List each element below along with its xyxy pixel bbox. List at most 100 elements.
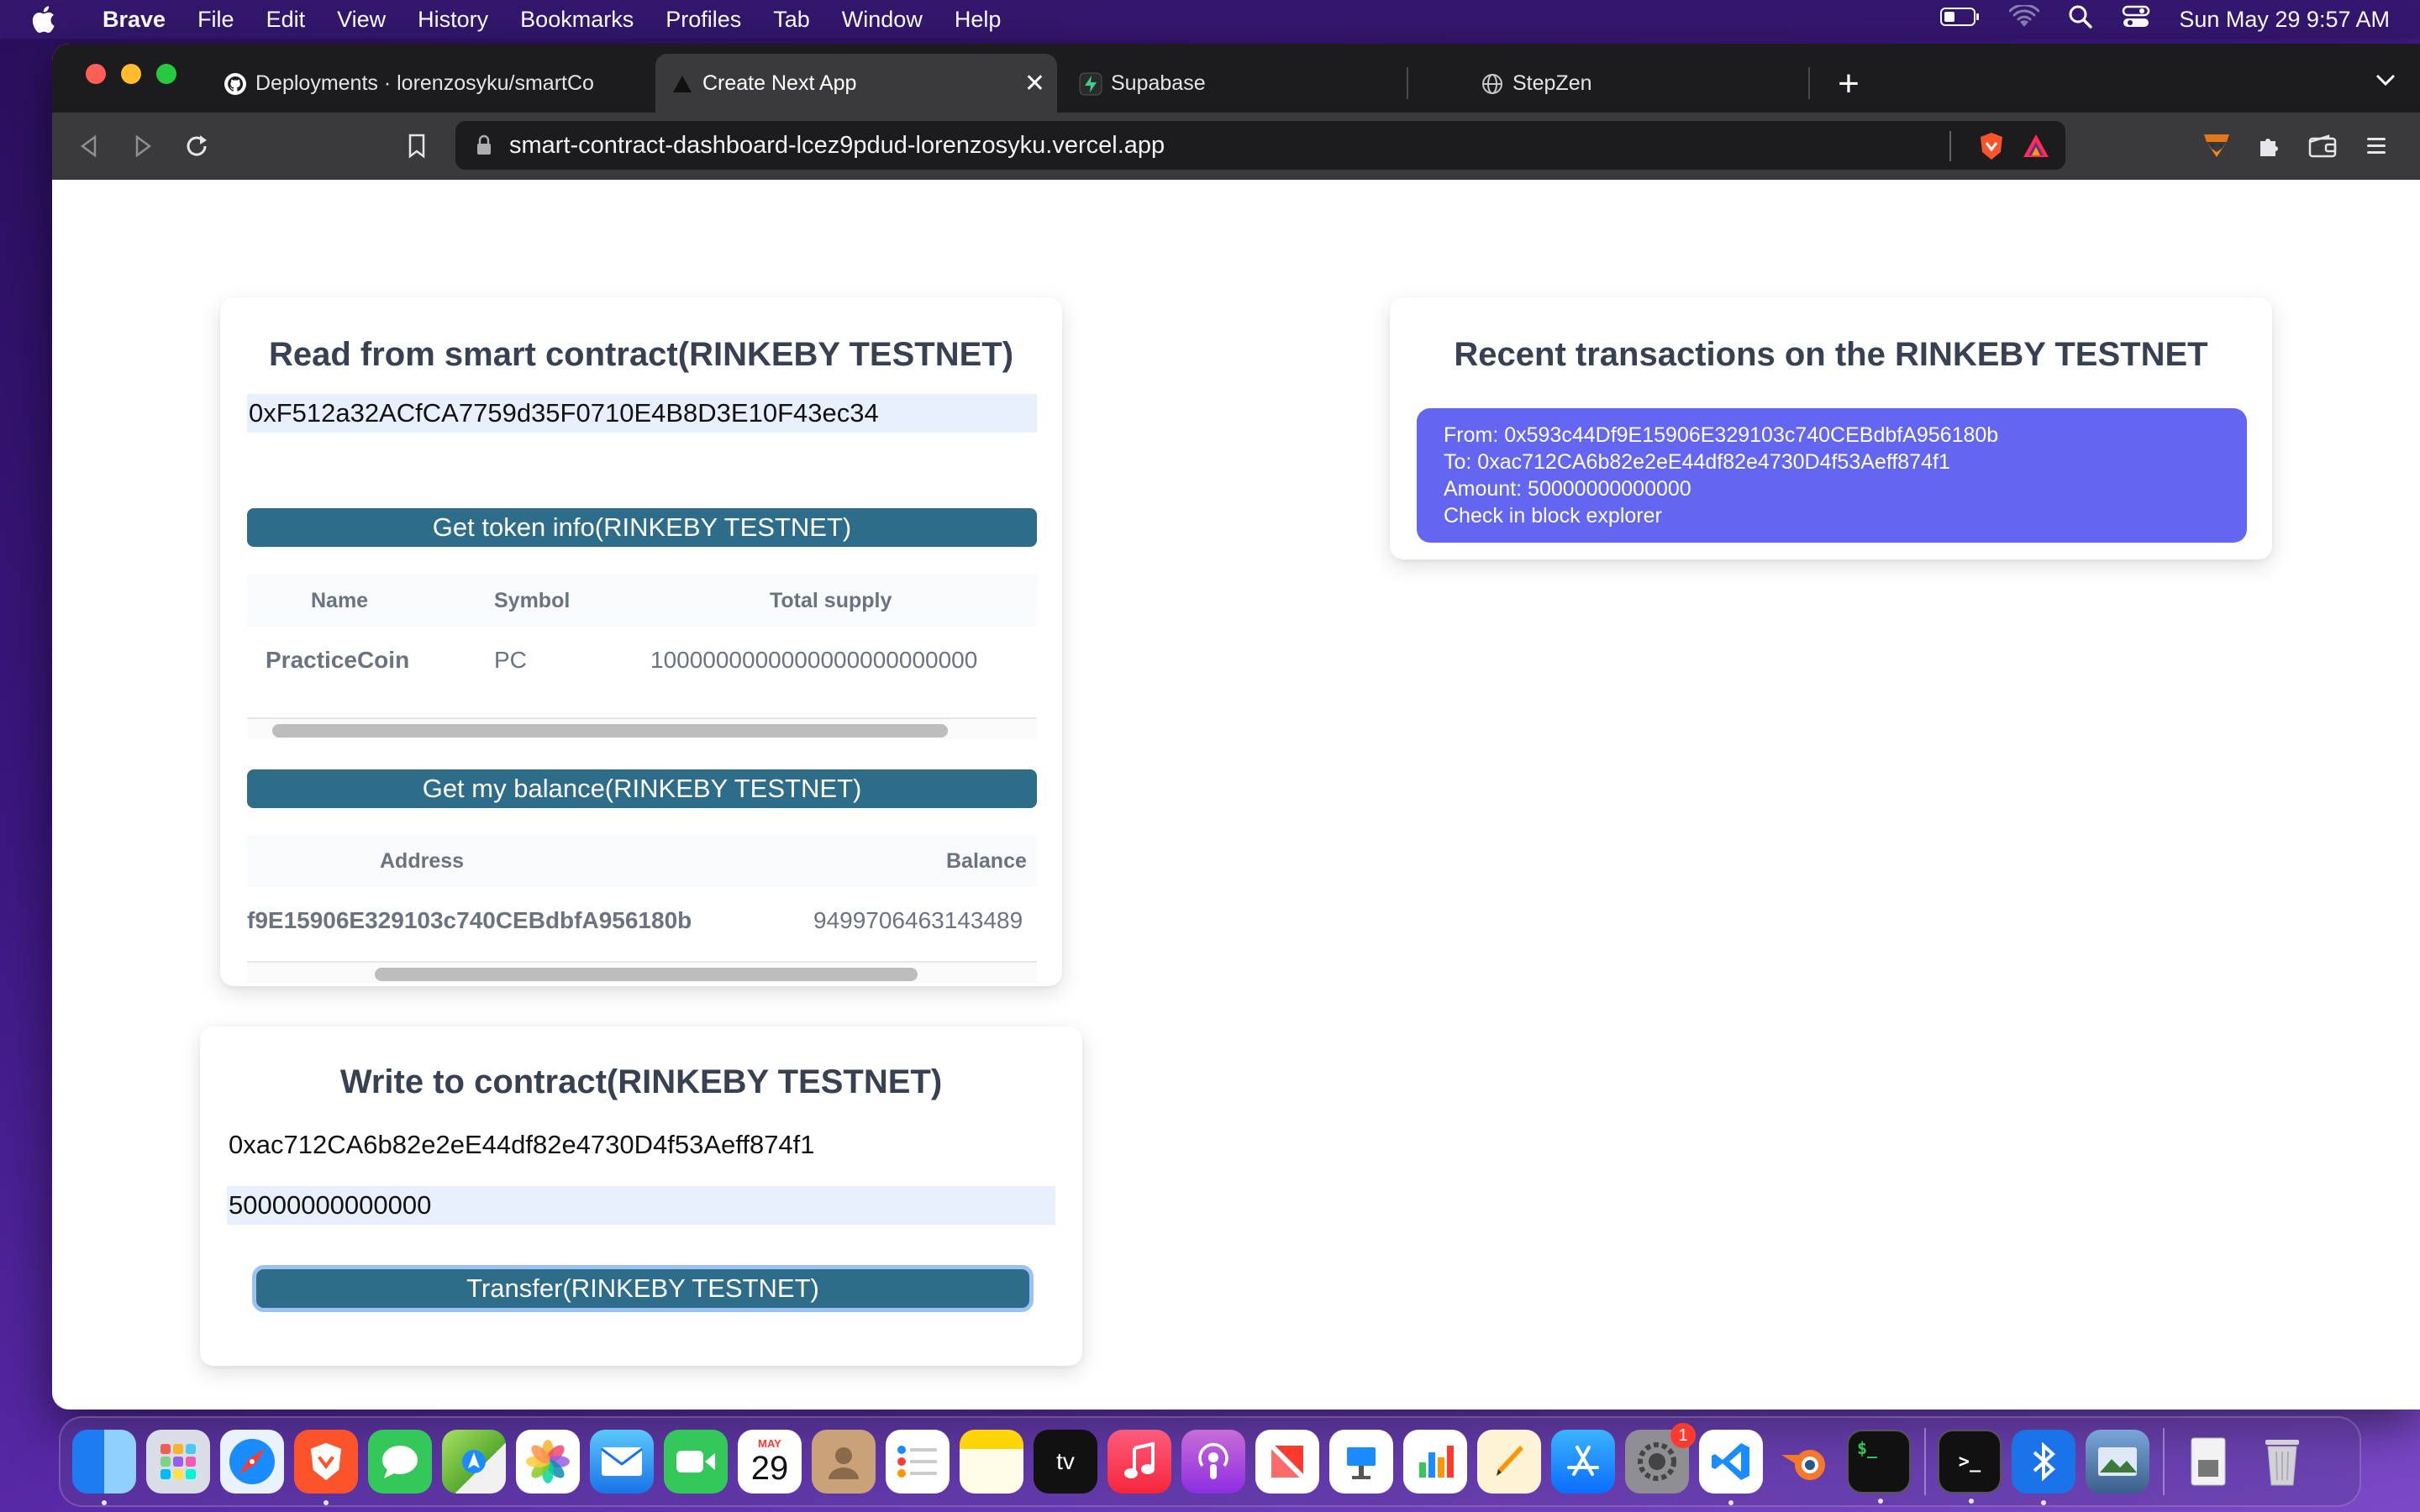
bluetooth-icon[interactable] xyxy=(2012,1430,2075,1505)
minimize-window-button[interactable] xyxy=(121,64,141,84)
recipient-address-input[interactable]: 0xac712CA6b82e2eE44df82e4730D4f53Aeff874… xyxy=(227,1126,1055,1164)
tab-list-chevron-icon[interactable] xyxy=(2375,67,2396,93)
back-arrow-icon[interactable] xyxy=(71,128,108,165)
tab-stepzen[interactable]: StepZen xyxy=(1465,54,1852,113)
menu-bookmarks[interactable]: Bookmarks xyxy=(520,7,634,33)
contract-address-input[interactable]: 0xF512a32ACfCA7759d35F0710E4B8D3E10F43ec… xyxy=(247,394,1037,433)
control-center-icon[interactable] xyxy=(2122,4,2150,35)
get-balance-button[interactable]: Get my balance(RINKEBY TESTNET) xyxy=(247,769,1037,808)
url-text[interactable]: smart-contract-dashboard-lcez9pdud-loren… xyxy=(509,132,1165,160)
menu-view[interactable]: View xyxy=(337,7,386,33)
menu-help[interactable]: Help xyxy=(955,7,1002,33)
spotlight-search-icon[interactable] xyxy=(2068,4,2093,35)
address-bar[interactable]: smart-contract-dashboard-lcez9pdud-loren… xyxy=(455,121,2065,170)
calendar-icon[interactable]: MAY 29 xyxy=(738,1430,802,1494)
menu-edit[interactable]: Edit xyxy=(266,7,306,33)
launchpad-icon[interactable] xyxy=(146,1430,210,1494)
transfer-button[interactable]: Transfer(RINKEBY TESTNET) xyxy=(252,1265,1034,1312)
token-total-supply-cell: 1000000000000000000000000 xyxy=(650,647,978,673)
globe-icon xyxy=(1481,72,1504,96)
balance-table: Address Balance f9E15906E329103c740CEBdb… xyxy=(247,835,1037,986)
balance-address-cell: f9E15906E329103c740CEBdbfA956180b xyxy=(247,907,692,933)
hamburger-menu-icon[interactable] xyxy=(2358,128,2395,165)
get-token-info-button[interactable]: Get token info(RINKEBY TESTNET) xyxy=(247,508,1037,547)
lock-icon[interactable] xyxy=(476,134,492,156)
keynote-icon[interactable] xyxy=(1329,1430,1393,1494)
vscode-icon[interactable] xyxy=(1699,1430,1763,1505)
urlbar-divider xyxy=(1949,131,1951,161)
reminders-icon[interactable] xyxy=(886,1430,950,1494)
brave-browser-icon[interactable] xyxy=(294,1430,358,1505)
iterm-icon[interactable]: >_ xyxy=(1938,1430,2002,1504)
music-icon[interactable] xyxy=(1107,1430,1171,1494)
menu-file[interactable]: File xyxy=(197,7,234,33)
downloads-stack-icon[interactable] xyxy=(2176,1430,2240,1494)
scrollbar-thumb[interactable] xyxy=(375,968,918,981)
bookmark-icon[interactable] xyxy=(398,128,435,165)
tab-title: Create Next App xyxy=(702,71,857,95)
column-header-name: Name xyxy=(311,589,369,612)
extensions-puzzle-icon[interactable] xyxy=(2250,128,2287,165)
battery-icon[interactable] xyxy=(1940,7,1981,33)
write-card-title: Write to contract(RINKEBY TESTNET) xyxy=(339,1063,943,1100)
mail-icon[interactable] xyxy=(590,1430,654,1494)
blender-icon[interactable] xyxy=(1773,1430,1837,1494)
notes-icon[interactable] xyxy=(960,1430,1023,1494)
brave-shields-icon[interactable] xyxy=(1976,131,2007,168)
calendar-day: 29 xyxy=(750,1450,789,1487)
menu-window[interactable]: Window xyxy=(842,7,923,33)
podcasts-icon[interactable] xyxy=(1181,1430,1245,1494)
menu-history[interactable]: History xyxy=(418,7,488,33)
menu-profiles[interactable]: Profiles xyxy=(666,7,741,33)
transaction-amount: Amount: 50000000000000 xyxy=(1444,477,1691,501)
page-viewport: Read from smart contract(RINKEBY TESTNET… xyxy=(52,180,2420,1389)
preview-icon[interactable] xyxy=(2086,1430,2149,1494)
metamask-fox-icon[interactable] xyxy=(2198,128,2235,165)
app-store-icon[interactable] xyxy=(1551,1430,1615,1494)
reload-icon[interactable] xyxy=(178,128,215,165)
apple-tv-icon[interactable]: tv xyxy=(1034,1430,1097,1494)
menu-app-name[interactable]: Brave xyxy=(103,7,166,33)
contacts-icon[interactable] xyxy=(812,1430,876,1494)
table-header xyxy=(247,835,1037,887)
apple-icon[interactable] xyxy=(30,5,74,34)
tab-title: Deployments · lorenzosyku/smartCo xyxy=(255,71,594,95)
column-header-symbol: Symbol xyxy=(494,589,571,612)
scrollbar-thumb[interactable] xyxy=(272,724,948,738)
wallet-icon[interactable] xyxy=(2304,128,2341,165)
wifi-icon[interactable] xyxy=(2008,3,2040,34)
facetime-icon[interactable] xyxy=(664,1430,728,1494)
tab-supabase[interactable]: Supabase xyxy=(1064,54,1450,113)
tab-create-next-app[interactable]: Create Next App ✕ xyxy=(655,54,1057,113)
token-info-table: Name Symbol Total supply PracticeCoin PC… xyxy=(247,575,1037,743)
safari-icon[interactable] xyxy=(220,1430,284,1494)
trash-icon[interactable] xyxy=(2250,1430,2314,1494)
messages-icon[interactable] xyxy=(368,1430,432,1494)
column-header-balance: Balance xyxy=(946,849,1027,873)
tab-deployments[interactable]: Deployments · lorenzosyku/smartCo xyxy=(208,54,645,113)
block-explorer-link[interactable]: Check in block explorer xyxy=(1444,502,2220,529)
pages-icon[interactable] xyxy=(1477,1430,1541,1494)
transactions-card-title: Recent transactions on the RINKEBY TESTN… xyxy=(1454,336,2208,373)
finder-icon[interactable] xyxy=(72,1430,136,1505)
forward-arrow-icon[interactable] xyxy=(124,128,161,165)
column-header-total-supply: Total supply xyxy=(770,589,892,612)
close-tab-icon[interactable]: ✕ xyxy=(1024,69,1045,98)
amount-input[interactable]: 50000000000000 xyxy=(227,1186,1055,1225)
status-area: Sun May 29 9:57 AM xyxy=(1940,0,2390,39)
brave-rewards-icon[interactable] xyxy=(2022,133,2050,166)
token-symbol-cell: PC xyxy=(494,647,527,673)
token-table-scrollbar[interactable] xyxy=(247,717,1037,739)
news-icon[interactable] xyxy=(1255,1430,1319,1494)
balance-table-scrollbar[interactable] xyxy=(247,961,1037,983)
terminal-icon[interactable]: $_ xyxy=(1847,1430,1911,1504)
zoom-window-button[interactable] xyxy=(156,64,176,84)
menu-clock[interactable]: Sun May 29 9:57 AM xyxy=(2179,7,2390,33)
new-tab-button[interactable]: + xyxy=(1825,60,1872,108)
numbers-icon[interactable] xyxy=(1403,1430,1467,1494)
close-window-button[interactable] xyxy=(86,64,106,84)
photos-icon[interactable] xyxy=(516,1430,580,1494)
menu-tab[interactable]: Tab xyxy=(773,7,810,33)
system-preferences-icon[interactable]: 1 xyxy=(1625,1423,1696,1494)
maps-icon[interactable] xyxy=(442,1430,506,1494)
